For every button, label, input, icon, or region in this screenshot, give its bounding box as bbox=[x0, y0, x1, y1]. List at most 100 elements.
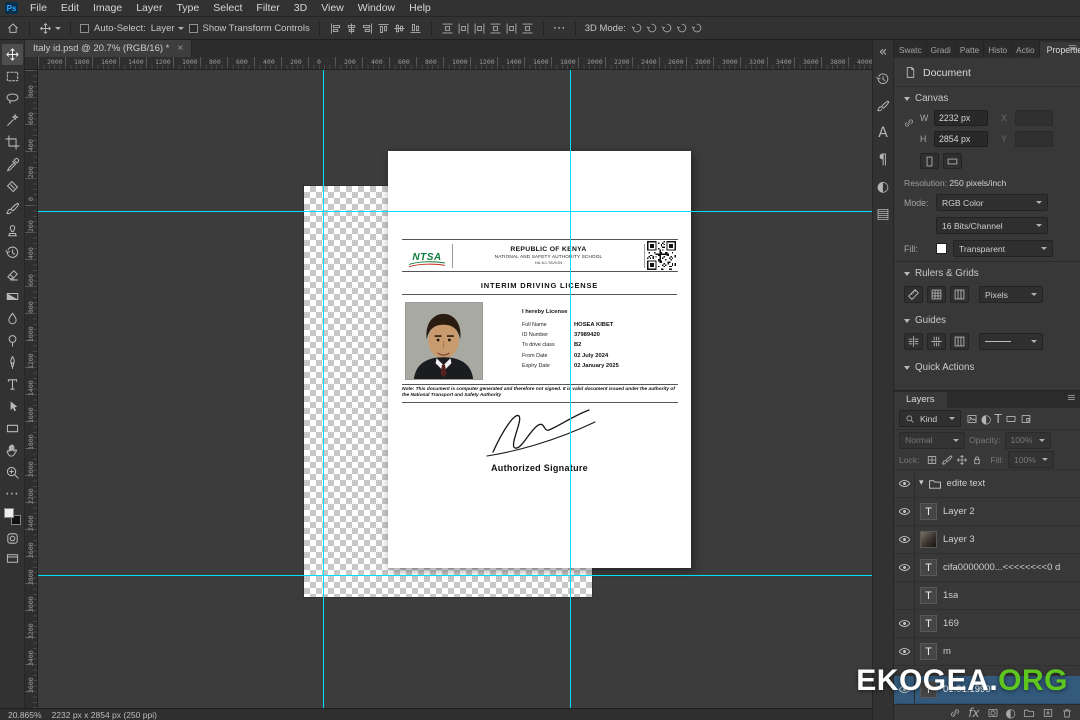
brush-tool[interactable] bbox=[2, 198, 23, 219]
show-transform-checkbox[interactable] bbox=[188, 23, 198, 33]
eyedropper-tool[interactable] bbox=[2, 154, 23, 175]
lock-pixels-icon[interactable] bbox=[941, 454, 953, 466]
menu-type[interactable]: Type bbox=[169, 1, 206, 15]
distribute-horizontal-icon[interactable] bbox=[457, 22, 470, 35]
history-button[interactable] bbox=[874, 70, 892, 88]
edit-toolbar-button[interactable]: ⋯ bbox=[5, 487, 19, 501]
menu-select[interactable]: Select bbox=[206, 1, 249, 15]
lock-guides-button[interactable] bbox=[927, 333, 946, 350]
align-bottom-icon[interactable] bbox=[409, 22, 422, 35]
move-tool[interactable] bbox=[1, 44, 23, 65]
screen-mode-button[interactable] bbox=[5, 551, 20, 566]
auto-select-checkbox[interactable] bbox=[80, 23, 89, 33]
lock-all-icon[interactable] bbox=[971, 454, 983, 466]
rectangle-tool[interactable] bbox=[2, 418, 23, 439]
clone-stamp-tool[interactable] bbox=[2, 220, 23, 241]
width-input[interactable]: 2232 px bbox=[934, 110, 988, 126]
layer-row[interactable]: T Layer 2 bbox=[894, 498, 1080, 526]
filter-shape-layers-icon[interactable] bbox=[1005, 413, 1017, 425]
new-layer-icon[interactable] bbox=[1042, 707, 1054, 719]
link-dimensions-button[interactable] bbox=[903, 117, 915, 129]
menu-filter[interactable]: Filter bbox=[249, 1, 286, 15]
libraries-button[interactable]: ▤ bbox=[874, 205, 892, 223]
layer-group-icon[interactable] bbox=[1023, 707, 1035, 719]
layer-name[interactable]: 1sa bbox=[943, 590, 958, 601]
height-input[interactable]: 2854 px bbox=[934, 131, 988, 147]
image-layer-thumbnail[interactable] bbox=[920, 531, 937, 548]
ruler-origin-corner[interactable] bbox=[25, 57, 38, 70]
link-layers-icon[interactable] bbox=[949, 707, 961, 719]
expand-panels-button[interactable]: « bbox=[874, 43, 892, 61]
blur-tool[interactable] bbox=[2, 308, 23, 329]
tab-layers[interactable]: Layers bbox=[894, 392, 947, 408]
quick-selection-tool[interactable] bbox=[2, 110, 23, 131]
layer-visibility-toggle[interactable] bbox=[894, 638, 915, 665]
align-top-icon[interactable] bbox=[377, 22, 390, 35]
layer-name[interactable]: m bbox=[943, 646, 951, 657]
distribute-bottom-icon[interactable] bbox=[521, 22, 534, 35]
blend-mode-select[interactable]: Normal bbox=[899, 431, 965, 449]
panel-tab-gradi[interactable]: Gradi bbox=[927, 42, 956, 58]
distribute-right-icon[interactable] bbox=[505, 22, 518, 35]
y-input[interactable] bbox=[1015, 131, 1053, 147]
history-brush-tool[interactable] bbox=[2, 242, 23, 263]
rectangular-marquee-tool[interactable] bbox=[2, 66, 23, 87]
toggle-rulers-button[interactable] bbox=[904, 286, 923, 303]
delete-layer-icon[interactable] bbox=[1061, 707, 1073, 719]
dodge-tool[interactable] bbox=[2, 330, 23, 351]
layer-name[interactable]: edite text bbox=[947, 478, 986, 489]
text-layer-thumbnail[interactable]: T bbox=[920, 559, 937, 576]
distribute-left-icon[interactable] bbox=[473, 22, 486, 35]
home-button[interactable] bbox=[6, 21, 20, 35]
zoom-tool[interactable] bbox=[2, 462, 23, 483]
text-layer-thumbnail[interactable]: T bbox=[920, 615, 937, 632]
adjustments-button[interactable]: ◐ bbox=[874, 178, 892, 196]
align-right-icon[interactable] bbox=[361, 22, 374, 35]
align-center-horizontal-icon[interactable] bbox=[345, 22, 358, 35]
layer-mask-icon[interactable] bbox=[987, 707, 999, 719]
toggle-guides-button[interactable] bbox=[904, 333, 923, 350]
layer-visibility-toggle[interactable] bbox=[894, 498, 915, 525]
distribute-vertical-icon[interactable] bbox=[441, 22, 454, 35]
guide-style-select[interactable] bbox=[979, 333, 1043, 350]
gradient-tool[interactable] bbox=[2, 286, 23, 307]
menu-image[interactable]: Image bbox=[86, 1, 129, 15]
canvas-section-header[interactable]: Canvas bbox=[894, 87, 1080, 109]
filter-pixel-layers-icon[interactable] bbox=[966, 413, 978, 425]
color-swatches[interactable] bbox=[3, 508, 21, 525]
layer-filter-kind-select[interactable]: Kind bbox=[899, 410, 961, 427]
auto-select-target-dropdown[interactable]: Layer bbox=[151, 23, 184, 34]
color-mode-select[interactable]: RGB Color bbox=[936, 194, 1048, 211]
more-align-options-button[interactable]: ⋯ bbox=[553, 22, 566, 35]
spot-healing-brush-tool[interactable] bbox=[2, 176, 23, 197]
chevron-down-icon[interactable]: ▾ bbox=[919, 479, 924, 488]
type-tool[interactable] bbox=[2, 374, 23, 395]
panel-tab-patte[interactable]: Patte bbox=[956, 42, 985, 58]
layers-menu-button[interactable]: ≡ bbox=[1067, 392, 1076, 403]
toggle-pixel-grid-button[interactable] bbox=[950, 286, 969, 303]
canvas-area[interactable]: NTSA REPUBLIC OF KENYA NATIONAL AND SAFE… bbox=[38, 70, 872, 708]
guide-vertical[interactable] bbox=[570, 70, 571, 708]
character-button[interactable]: A bbox=[874, 124, 892, 142]
menu-layer[interactable]: Layer bbox=[129, 1, 169, 15]
guide-vertical[interactable] bbox=[323, 70, 324, 708]
menu-window[interactable]: Window bbox=[351, 1, 402, 15]
guide-horizontal[interactable] bbox=[38, 575, 872, 576]
filter-smart-objects-icon[interactable] bbox=[1020, 413, 1032, 425]
text-layer-thumbnail[interactable]: T bbox=[920, 643, 937, 660]
layer-row[interactable]: T 1sa bbox=[894, 582, 1080, 610]
layer-effects-icon[interactable]: fx bbox=[968, 707, 979, 719]
layer-visibility-toggle[interactable] bbox=[894, 610, 915, 637]
bit-depth-select[interactable]: 16 Bits/Channel bbox=[936, 217, 1048, 234]
toggle-grid-button[interactable] bbox=[927, 286, 946, 303]
panel-tab-histo[interactable]: Histo bbox=[984, 42, 1013, 58]
eraser-tool[interactable] bbox=[2, 264, 23, 285]
hand-tool[interactable] bbox=[2, 440, 23, 461]
lasso-tool[interactable] bbox=[2, 88, 23, 109]
text-layer-thumbnail[interactable]: T bbox=[920, 587, 937, 604]
tab-close-icon[interactable]: × bbox=[177, 43, 183, 54]
lock-transparency-icon[interactable] bbox=[926, 454, 938, 466]
menu-view[interactable]: View bbox=[314, 1, 351, 15]
document-tab[interactable]: Italy id.psd @ 20.7% (RGB/16) * × bbox=[25, 40, 193, 57]
quick-mask-button[interactable] bbox=[5, 531, 20, 546]
